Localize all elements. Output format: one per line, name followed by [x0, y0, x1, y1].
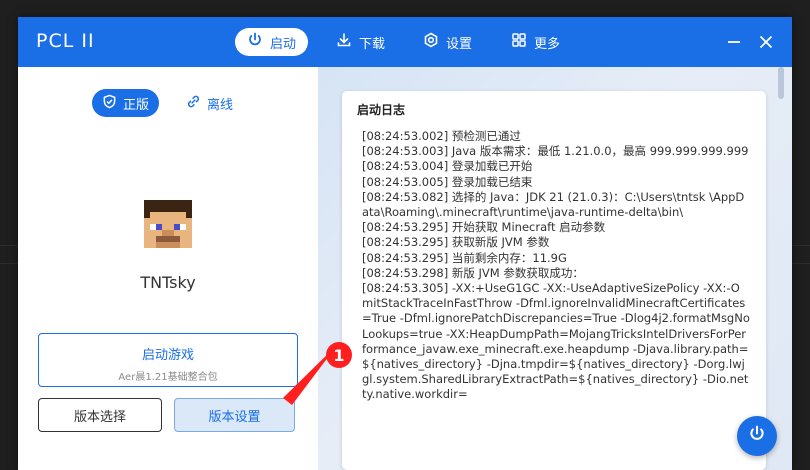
avatar-pixel [186, 242, 192, 248]
nav-download[interactable]: 下载 [324, 28, 397, 56]
log-line: [08:24:53.003] Java 版本需求：最低 1.21.0.0，最高 … [362, 144, 749, 159]
version-settings-button[interactable]: 版本设置 [174, 398, 295, 432]
log-line: [08:24:53.305] -XX:+UseG1GC -XX:-UseAdap… [362, 281, 750, 402]
power-icon [748, 425, 766, 447]
grid-icon [511, 32, 527, 52]
log-title: 启动日志 [357, 103, 406, 117]
mode-online-button[interactable]: 正版 [92, 89, 160, 117]
launch-game-label: 启动游戏 [141, 348, 194, 363]
right-pane: 启动日志 [08:24:53.002] 预检测已通过 [08:24:53.003]… [318, 67, 792, 470]
log-line: [08:24:53.298] 新版 JVM 参数获取成功： [362, 265, 584, 280]
log-line: [08:24:53.082] 选择的 Java：JDK 21 (21.0.3)：… [362, 189, 745, 220]
shield-check-icon [102, 94, 117, 113]
player-avatar [144, 200, 192, 248]
minimize-button[interactable] [724, 32, 744, 52]
log-line: [08:24:53.295] 当前剩余内存：11.9G [362, 250, 567, 265]
power-icon [247, 32, 263, 52]
log-line: [08:24:53.005] 登录加载已结束 [362, 174, 533, 189]
launch-game-subtitle: Aer晨1.21基础整合包 [118, 372, 218, 383]
log-line: [08:24:53.295] 获取新版 JVM 参数 [362, 235, 550, 250]
log-body[interactable]: [08:24:53.002] 预检测已通过 [08:24:53.003] Java… [362, 129, 750, 403]
close-icon [759, 35, 773, 49]
scrollbar[interactable] [778, 67, 784, 470]
launcher-window: PCL II 启动 下载 设置 更多 正版 离线 TNTsky 启动游戏 Aer… [18, 17, 792, 470]
log-line: [08:24:53.295] 开始获取 Minecraft 启动参数 [362, 220, 606, 235]
minimize-icon [728, 41, 740, 43]
player-name: TNTsky [140, 273, 196, 292]
nav-download-label: 下载 [359, 36, 386, 52]
launch-fab-button[interactable] [737, 416, 777, 456]
app-title: PCL II [36, 30, 95, 52]
launch-game-button[interactable]: 启动游戏 Aer晨1.21基础整合包 [38, 333, 298, 387]
nav-more-label: 更多 [534, 36, 561, 52]
nav-launch-label: 启动 [270, 36, 297, 52]
version-select-button[interactable]: 版本选择 [38, 398, 162, 432]
nav-more[interactable]: 更多 [499, 28, 572, 56]
nav-launch[interactable]: 启动 [235, 28, 309, 56]
gear-icon [423, 32, 439, 52]
launch-log-card: 启动日志 [08:24:53.002] 预检测已通过 [08:24:53.003]… [342, 91, 766, 470]
mode-online-label: 正版 [123, 97, 150, 113]
title-bar: PCL II 启动 下载 设置 更多 [18, 17, 792, 67]
nav-settings[interactable]: 设置 [411, 28, 484, 56]
left-pane: 正版 离线 TNTsky 启动游戏 Aer晨1.21基础整合包 版本选择 版本设… [18, 67, 318, 470]
mode-offline-button[interactable]: 离线 [176, 89, 243, 117]
nav-settings-label: 设置 [446, 36, 473, 52]
log-line: [08:24:53.002] 预检测已通过 [362, 129, 521, 143]
download-icon [336, 32, 352, 52]
mode-offline-label: 离线 [207, 97, 234, 113]
close-button[interactable] [756, 32, 776, 52]
link-icon [186, 94, 201, 113]
log-line: [08:24:53.004] 登录加载已开始 [362, 159, 533, 174]
